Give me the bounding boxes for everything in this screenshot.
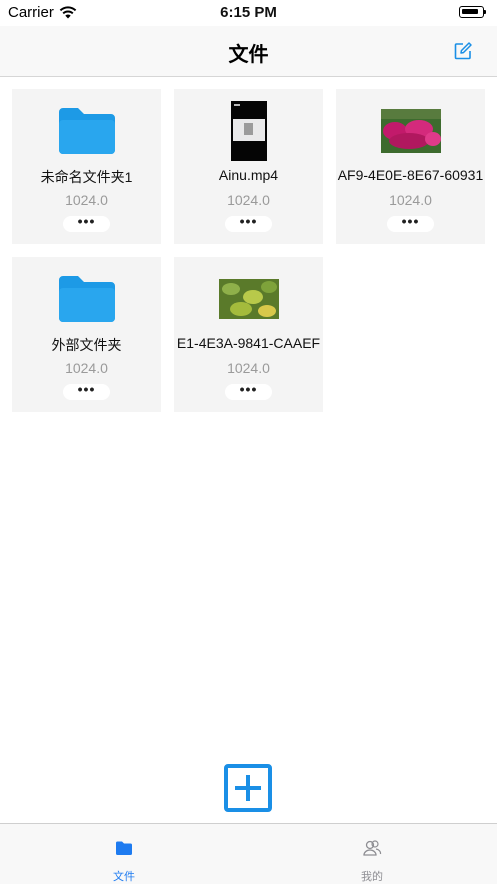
- photo-thumbnail: [174, 269, 323, 329]
- tab-profile[interactable]: 我的: [248, 824, 496, 884]
- file-size: 1024.0: [65, 192, 108, 208]
- file-tile-photo[interactable]: AF9-4E0E-8E67-60931 1024.0 •••: [336, 89, 485, 244]
- clock: 6:15 PM: [220, 4, 277, 21]
- flowers-photo: [380, 109, 441, 153]
- more-button[interactable]: •••: [63, 382, 110, 400]
- file-name: Ainu.mp4: [218, 167, 279, 183]
- edit-icon[interactable]: [452, 40, 474, 62]
- more-button[interactable]: •••: [387, 214, 434, 232]
- leaves-photo: [218, 279, 279, 319]
- folder-icon: [58, 108, 115, 154]
- photo-thumbnail: [336, 101, 485, 161]
- more-button[interactable]: •••: [225, 214, 272, 232]
- file-size: 1024.0: [227, 360, 270, 376]
- folder-thumbnail: [12, 101, 161, 161]
- file-tile-video[interactable]: Ainu.mp4 1024.0 •••: [174, 89, 323, 244]
- file-name: 外部文件夹: [51, 337, 122, 353]
- navigation-bar: 文件: [0, 26, 497, 77]
- file-tile-folder[interactable]: 外部文件夹 1024.0 •••: [12, 257, 161, 412]
- people-icon: [363, 840, 382, 856]
- tab-files[interactable]: 文件: [0, 824, 248, 884]
- add-button[interactable]: [224, 764, 272, 812]
- file-size: 1024.0: [65, 360, 108, 376]
- video-thumbnail-image: [230, 101, 267, 161]
- video-thumbnail: [174, 101, 323, 161]
- status-bar: Carrier 6:15 PM: [0, 0, 497, 26]
- file-tile-photo[interactable]: E1-4E3A-9841-CAAEF 1024.0 •••: [174, 257, 323, 412]
- tab-label: 我的: [361, 871, 383, 883]
- folder-icon: [116, 841, 132, 855]
- file-name: 未命名文件夹1: [40, 169, 133, 185]
- file-size: 1024.0: [389, 192, 432, 208]
- file-tile-folder[interactable]: 未命名文件夹1 1024.0 •••: [12, 89, 161, 244]
- folder-thumbnail: [12, 269, 161, 329]
- page-title: 文件: [228, 44, 269, 66]
- folder-icon: [58, 276, 115, 322]
- more-button[interactable]: •••: [63, 214, 110, 232]
- file-size: 1024.0: [227, 192, 270, 208]
- tab-bar: 文件 我的: [0, 823, 497, 884]
- more-button[interactable]: •••: [225, 382, 272, 400]
- battery-icon: [459, 6, 486, 18]
- file-name: AF9-4E0E-8E67-60931: [337, 167, 484, 183]
- file-name: E1-4E3A-9841-CAAEF: [176, 335, 321, 351]
- tab-label: 文件: [113, 871, 135, 883]
